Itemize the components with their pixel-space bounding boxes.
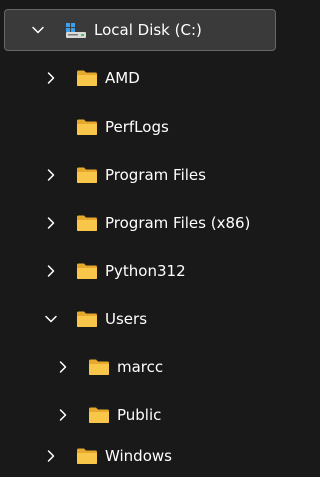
folder-icon	[76, 214, 98, 232]
tree-item-program-files[interactable]: Program Files	[4, 154, 276, 196]
tree-item-marcc[interactable]: marcc	[4, 346, 276, 388]
tree-item-label: Python312	[105, 262, 186, 280]
tree-item-users[interactable]: Users	[4, 298, 276, 340]
tree-item-label: PerfLogs	[105, 118, 169, 136]
chevron-right-icon[interactable]	[44, 216, 58, 230]
tree-item-label: Users	[105, 310, 148, 328]
tree-item-label: Program Files (x86)	[105, 214, 251, 232]
chevron-right-icon[interactable]	[44, 168, 58, 182]
chevron-right-icon[interactable]	[44, 71, 58, 85]
folder-icon	[76, 262, 98, 280]
folder-icon	[76, 118, 98, 136]
chevron-down-icon[interactable]	[31, 23, 45, 37]
tree-item-python312[interactable]: Python312	[4, 250, 276, 292]
folder-icon	[76, 310, 98, 328]
chevron-right-icon[interactable]	[44, 449, 58, 463]
tree-item-label: AMD	[105, 69, 140, 87]
navigation-tree: Local Disk (C:) AMD PerfLogs Program Fil…	[0, 0, 280, 477]
folder-icon	[76, 447, 98, 465]
folder-icon	[88, 406, 110, 424]
chevron-down-icon[interactable]	[44, 312, 58, 326]
chevron-right-icon[interactable]	[56, 408, 70, 422]
tree-item-perflogs[interactable]: PerfLogs	[4, 106, 276, 148]
tree-item-public[interactable]: Public	[4, 394, 276, 436]
folder-icon	[88, 358, 110, 376]
tree-item-windows[interactable]: Windows	[4, 435, 276, 477]
chevron-right-icon[interactable]	[56, 360, 70, 374]
drive-icon	[65, 21, 87, 39]
tree-item-label: Windows	[105, 447, 172, 465]
tree-item-label: Program Files	[105, 166, 206, 184]
tree-item-label: Public	[117, 406, 162, 424]
tree-item-local-disk[interactable]: Local Disk (C:)	[4, 9, 276, 51]
tree-item-program-files-x86[interactable]: Program Files (x86)	[4, 202, 276, 244]
folder-icon	[76, 166, 98, 184]
tree-item-label: Local Disk (C:)	[94, 21, 202, 39]
chevron-right-icon[interactable]	[44, 264, 58, 278]
folder-icon	[76, 69, 98, 87]
tree-item-label: marcc	[117, 358, 164, 376]
tree-item-amd[interactable]: AMD	[4, 57, 276, 99]
